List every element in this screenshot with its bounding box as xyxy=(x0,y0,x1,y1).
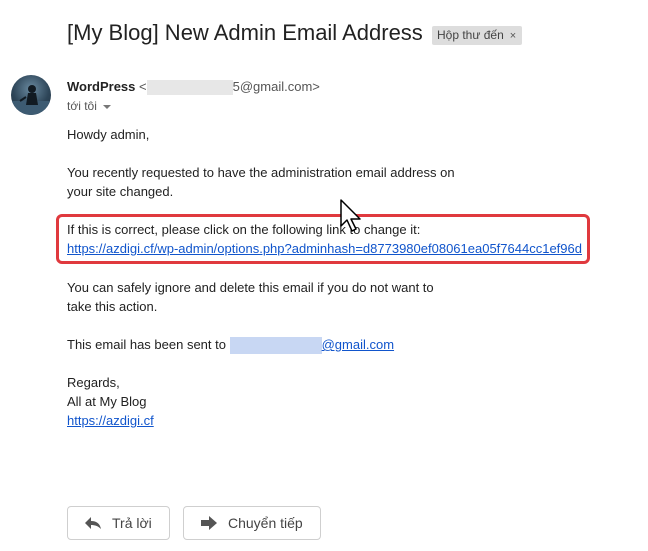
remove-label-icon[interactable]: × xyxy=(510,30,516,42)
forward-label: Chuyển tiếp xyxy=(228,515,303,531)
inbox-label-text: Hộp thư đến xyxy=(437,28,504,42)
paragraph-3-line-2: take this action. xyxy=(67,299,158,314)
regards: Regards, xyxy=(67,375,120,390)
sender-line: WordPress <5@gmail.com> xyxy=(67,79,320,96)
sent-to-line: This email has been sent to @gmail.com xyxy=(67,337,394,355)
site-link[interactable]: https://azdigi.cf xyxy=(67,413,154,428)
forward-button[interactable]: Chuyển tiếp xyxy=(183,506,321,540)
mouse-pointer-icon xyxy=(340,199,361,232)
reply-icon xyxy=(85,517,101,529)
sender-name[interactable]: WordPress xyxy=(67,79,135,94)
chevron-down-icon[interactable] xyxy=(102,104,111,109)
forward-icon xyxy=(201,516,217,530)
redacted-recipient-email xyxy=(229,337,322,355)
email-subject: [My Blog] New Admin Email Address xyxy=(67,20,423,45)
recipient-text: tới tôi xyxy=(67,99,97,113)
site-link-line: https://azdigi.cf xyxy=(67,413,154,428)
recipient-details-toggle[interactable]: tới tôi xyxy=(67,99,111,113)
paragraph-3-line-1: You can safely ignore and delete this em… xyxy=(67,280,434,295)
sender-address: <5@gmail.com> xyxy=(139,79,320,96)
inbox-label-chip[interactable]: Hộp thư đến × xyxy=(432,26,523,45)
signoff: All at My Blog xyxy=(67,394,147,409)
highlight-annotation xyxy=(56,214,590,264)
paragraph-1-line-2: your site changed. xyxy=(67,184,174,199)
redacted-sender-email xyxy=(146,80,233,96)
sent-to-prefix: This email has been sent to xyxy=(67,337,226,352)
greeting: Howdy admin, xyxy=(67,127,150,142)
reply-label: Trả lời xyxy=(112,515,152,531)
sender-avatar xyxy=(11,75,51,115)
paragraph-1-line-1: You recently requested to have the admin… xyxy=(67,165,455,180)
reply-button[interactable]: Trả lời xyxy=(67,506,170,540)
avatar-image xyxy=(11,85,51,115)
recipient-email-link[interactable]: @gmail.com xyxy=(229,337,394,355)
